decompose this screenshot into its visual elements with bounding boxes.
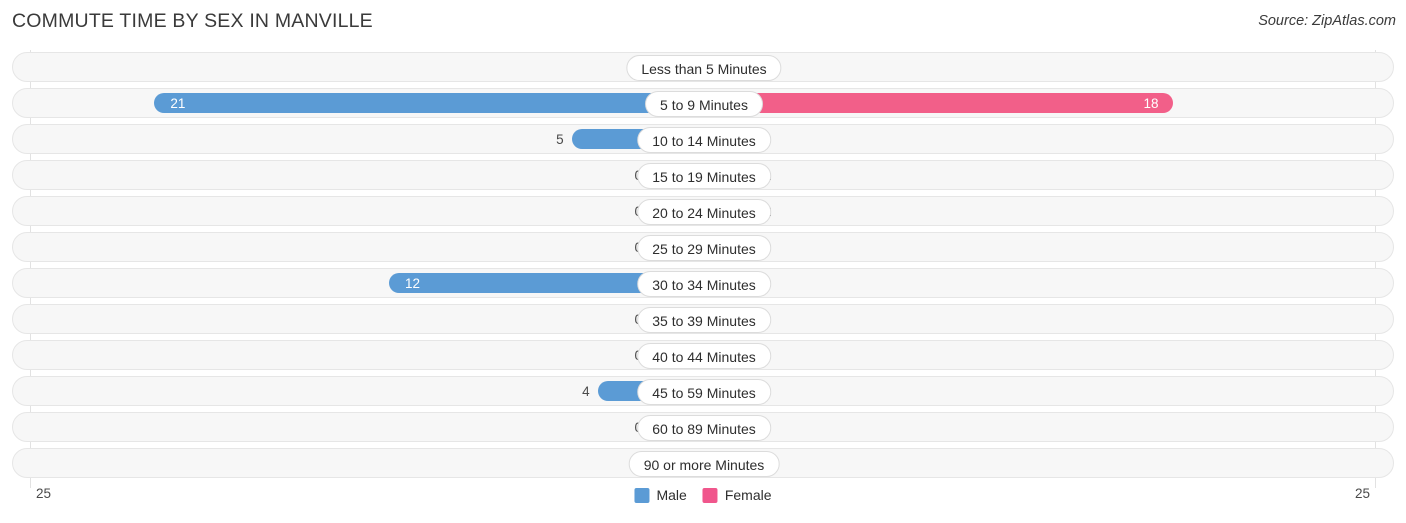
chart-legend: Male Female [634, 487, 772, 503]
legend-swatch-icon [702, 487, 718, 503]
row-inner: 5010 to 14 Minutes [13, 125, 1393, 153]
row-inner: 0060 to 89 Minutes [13, 413, 1393, 441]
row-inner: 00Less than 5 Minutes [13, 53, 1393, 81]
value-label-male: 12 [405, 276, 421, 291]
axis-tick-left: 25 [36, 486, 52, 501]
value-label-male: 21 [170, 96, 186, 111]
table-row[interactable]: 21 18 5 to 9 Minutes [12, 88, 1394, 118]
category-label[interactable]: 60 to 89 Minutes [637, 415, 771, 441]
table-row[interactable]: 0060 to 89 Minutes [12, 412, 1394, 442]
row-inner: 0090 or more Minutes [13, 449, 1393, 477]
legend-swatch-icon [634, 487, 650, 503]
row-inner: 12030 to 34 Minutes [13, 269, 1393, 297]
page-title: COMMUTE TIME BY SEX IN MANVILLE [12, 10, 373, 32]
table-row[interactable]: 5010 to 14 Minutes [12, 124, 1394, 154]
table-row[interactable]: 0040 to 44 Minutes [12, 340, 1394, 370]
row-inner: 0035 to 39 Minutes [13, 305, 1393, 333]
chart-footer: 25 25 Male Female [0, 482, 1406, 523]
category-label[interactable]: 10 to 14 Minutes [637, 127, 771, 153]
category-label[interactable]: 40 to 44 Minutes [637, 343, 771, 369]
value-label-female: 18 [1143, 96, 1159, 111]
plot-area: 00Less than 5 Minutes 21 18 5 to 9 Minutes 5… [0, 50, 1406, 488]
bar-male[interactable] [154, 93, 702, 113]
table-row[interactable]: 00Less than 5 Minutes [12, 52, 1394, 82]
legend-label: Male [656, 487, 687, 503]
category-label[interactable]: 5 to 9 Minutes [645, 91, 763, 117]
legend-label: Female [724, 487, 772, 503]
table-row[interactable]: 0115 to 19 Minutes [12, 160, 1394, 190]
table-row[interactable]: 0220 to 24 Minutes [12, 196, 1394, 226]
category-label[interactable]: 20 to 24 Minutes [637, 199, 771, 225]
value-label-male: 5 [556, 132, 564, 147]
table-row[interactable]: 0035 to 39 Minutes [12, 304, 1394, 334]
category-label[interactable]: 90 or more Minutes [628, 451, 780, 477]
row-inner: 21 18 5 to 9 Minutes [13, 89, 1393, 117]
category-label[interactable]: 25 to 29 Minutes [637, 235, 771, 261]
table-row[interactable]: 4045 to 59 Minutes [12, 376, 1394, 406]
category-label[interactable]: 35 to 39 Minutes [637, 307, 771, 333]
category-label[interactable]: 45 to 59 Minutes [637, 379, 771, 405]
chart-container: COMMUTE TIME BY SEX IN MANVILLE Source: … [0, 0, 1406, 523]
row-inner: 0115 to 19 Minutes [13, 161, 1393, 189]
table-row[interactable]: 0025 to 29 Minutes [12, 232, 1394, 262]
legend-item-male[interactable]: Male [634, 487, 687, 503]
row-inner: 0220 to 24 Minutes [13, 197, 1393, 225]
axis-tick-right: 25 [1354, 486, 1370, 501]
table-row[interactable]: 0090 or more Minutes [12, 448, 1394, 478]
source-attribution: Source: ZipAtlas.com [1258, 13, 1396, 29]
value-label-male: 4 [582, 384, 590, 399]
category-label[interactable]: Less than 5 Minutes [626, 55, 782, 81]
legend-item-female[interactable]: Female [702, 487, 772, 503]
bar-female[interactable] [704, 93, 1174, 113]
row-inner: 4045 to 59 Minutes [13, 377, 1393, 405]
row-inner: 0025 to 29 Minutes [13, 233, 1393, 261]
category-label[interactable]: 15 to 19 Minutes [637, 163, 771, 189]
category-label[interactable]: 30 to 34 Minutes [637, 271, 771, 297]
row-inner: 0040 to 44 Minutes [13, 341, 1393, 369]
table-row[interactable]: 12030 to 34 Minutes [12, 268, 1394, 298]
chart-header: COMMUTE TIME BY SEX IN MANVILLE Source: … [0, 0, 1406, 46]
